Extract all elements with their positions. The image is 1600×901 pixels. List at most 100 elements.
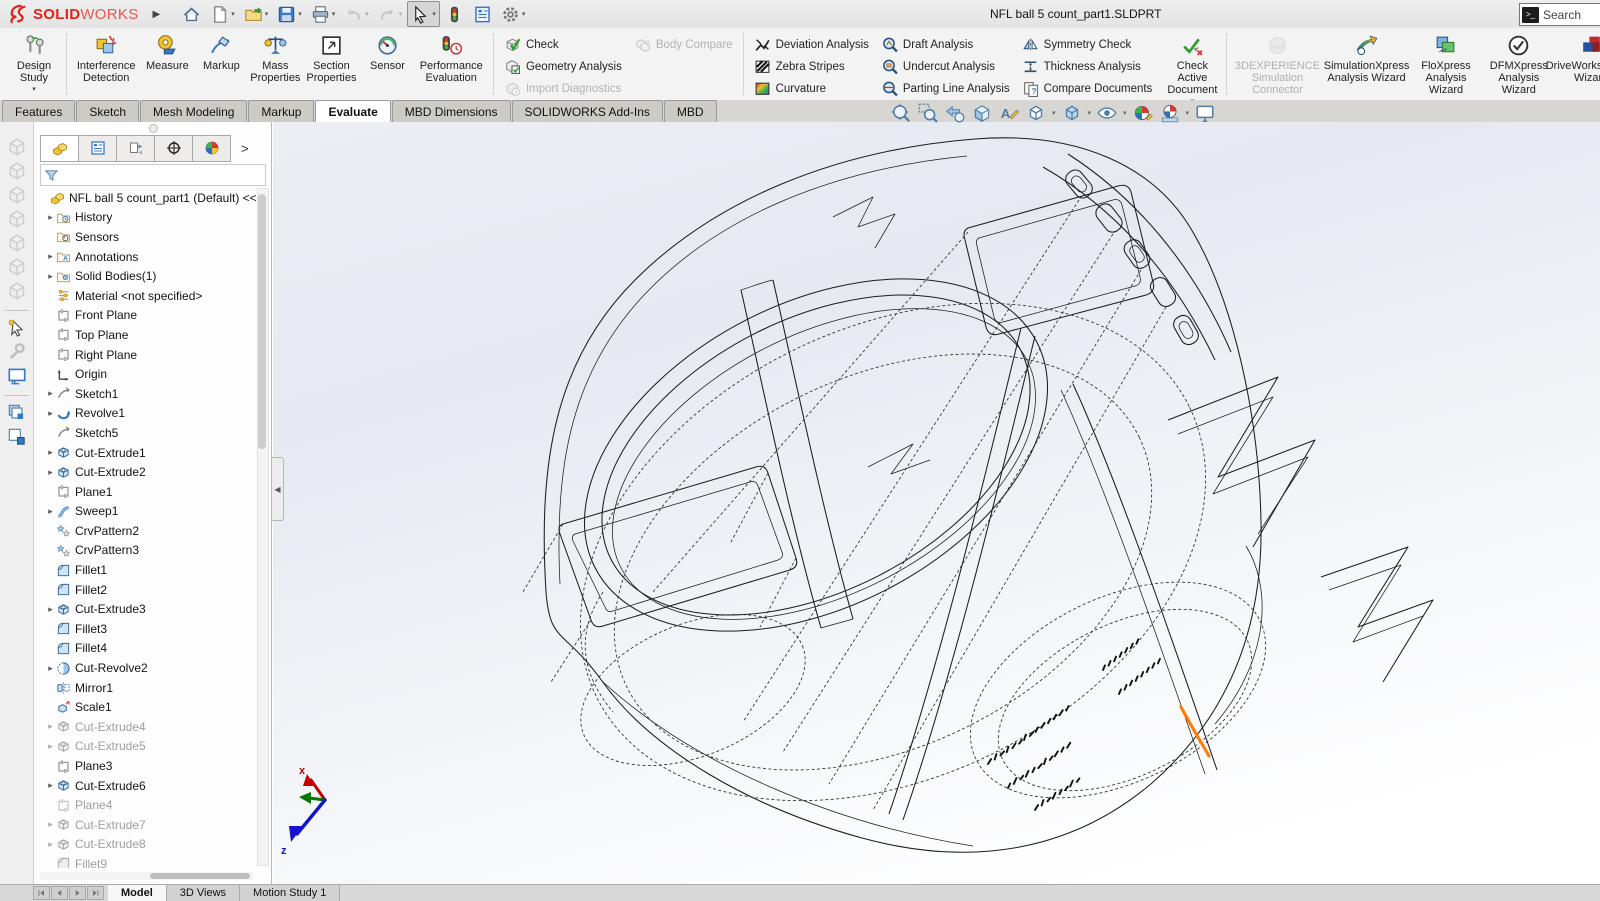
redo-button[interactable]: ▾ — [374, 1, 407, 27]
dropdown-caret[interactable]: ▾ — [522, 10, 526, 18]
tree-item-mirror1[interactable]: Mirror1 — [35, 678, 256, 698]
tree-item-right-plane[interactable]: Right Plane — [35, 345, 256, 365]
tree-item-sketch5[interactable]: Sketch5 — [35, 423, 256, 443]
tree-item-plane4[interactable]: Plane4 — [35, 795, 256, 815]
tab-mbd-dimensions[interactable]: MBD Dimensions — [392, 100, 511, 122]
edit-appearance-button[interactable] — [1132, 102, 1154, 124]
view-orientation-button[interactable] — [1025, 102, 1047, 124]
tab-markup[interactable]: Markup — [248, 100, 314, 122]
tree-item-cut-extrude5[interactable]: ▸Cut-Extrude5 — [35, 737, 256, 757]
zoom-to-fit-button[interactable] — [890, 102, 912, 124]
expand-arrow[interactable]: ▸ — [45, 721, 56, 732]
tree-item-cut-extrude4[interactable]: ▸Cut-Extrude4 — [35, 717, 256, 737]
ribbon-button-driveworksxpress-wizard[interactable]: DriveWorksXpress Wizard — [1556, 30, 1600, 84]
tree-item-fillet4[interactable]: Fillet4 — [35, 639, 256, 659]
panel-splitter-grip[interactable] — [35, 122, 271, 134]
tree-item-cut-extrude2[interactable]: ▸Cut-Extrude2 — [35, 462, 256, 482]
bottom-tab-model[interactable]: Model — [108, 885, 167, 901]
tree-item-plane1[interactable]: Plane1 — [35, 482, 256, 502]
undo-button[interactable]: ▾ — [340, 1, 373, 27]
expand-arrow[interactable]: ▸ — [45, 447, 56, 458]
expand-arrow[interactable]: ▸ — [45, 741, 56, 752]
report-button[interactable] — [469, 1, 496, 27]
ribbon-button-performance-evaluation[interactable]: Performance Evaluation — [414, 30, 487, 84]
tree-item-origin[interactable]: Origin — [35, 364, 256, 384]
expand-arrow[interactable]: ▸ — [45, 780, 56, 791]
options-button[interactable]: ▾ — [497, 1, 530, 27]
panel-tab-dimxpertmanager[interactable] — [154, 135, 192, 162]
tree-item-fillet2[interactable]: Fillet2 — [35, 580, 256, 600]
ribbon-button-zebra-stripes[interactable]: Zebra Stripes — [749, 56, 874, 77]
nav-last-button[interactable] — [87, 886, 104, 900]
tree-root-item[interactable]: NFL ball 5 count_part1 (Default) <<De — [35, 188, 256, 208]
tab-sketch[interactable]: Sketch — [76, 100, 139, 122]
tree-filter-field[interactable] — [40, 164, 266, 186]
tree-item-cut-extrude3[interactable]: ▸Cut-Extrude3 — [35, 599, 256, 619]
dropdown-caret[interactable]: ▾ — [231, 10, 235, 18]
ribbon-button-mass-properties[interactable]: Mass Properties — [248, 30, 302, 84]
layers-front-button[interactable] — [6, 402, 28, 424]
scrollbar-thumb[interactable] — [150, 873, 250, 879]
tree-item-front-plane[interactable]: Front Plane — [35, 306, 256, 326]
ribbon-button-symmetry-check[interactable]: Symmetry Check — [1017, 34, 1158, 55]
tree-item-top-plane[interactable]: Top Plane — [35, 325, 256, 345]
dropdown-caret[interactable]: ▾ — [265, 10, 269, 18]
tree-item-cut-extrude8[interactable]: ▸Cut-Extrude8 — [35, 835, 256, 855]
apply-scene-button[interactable] — [1159, 102, 1181, 124]
hide-show-items-button[interactable] — [1096, 102, 1118, 124]
scrollbar-thumb[interactable] — [258, 194, 266, 449]
dropdown-caret[interactable]: ▾ — [298, 10, 302, 18]
dropdown-caret[interactable]: ▾ — [432, 10, 436, 18]
expand-arrow[interactable]: ▸ — [45, 212, 56, 223]
nav-first-button[interactable] — [33, 886, 50, 900]
dynamic-annotation-views-button[interactable]: A — [998, 102, 1020, 124]
ribbon-button-sensor[interactable]: Sensor — [360, 30, 414, 72]
tree-item-crvpattern2[interactable]: CrvPattern2 — [35, 521, 256, 541]
select-add-button[interactable] — [6, 317, 28, 339]
tree-item-revolve1[interactable]: ▸Revolve1 — [35, 404, 256, 424]
tree-item-fillet1[interactable]: Fillet1 — [35, 560, 256, 580]
expand-arrow[interactable]: ▸ — [45, 604, 56, 615]
dropdown-caret[interactable]: ▾ — [365, 10, 369, 18]
tree-item-cut-revolve2[interactable]: ▸Cut-Revolve2 — [35, 658, 256, 678]
ribbon-button-thickness-analysis[interactable]: Thickness Analysis — [1017, 56, 1158, 77]
expand-arrow[interactable]: ▸ — [45, 388, 56, 399]
ribbon-button-markup[interactable]: Markup — [194, 30, 248, 72]
tree-item-solid-bodies-1[interactable]: ▸Solid Bodies(1) — [35, 266, 256, 286]
panel-tab-configurationmanager[interactable] — [116, 135, 154, 162]
print-button[interactable]: ▾ — [307, 1, 340, 27]
tree-item-sketch1[interactable]: ▸Sketch1 — [35, 384, 256, 404]
home-button[interactable] — [178, 1, 205, 27]
tree-item-plane3[interactable]: Plane3 — [35, 756, 256, 776]
zoom-to-area-button[interactable] — [917, 102, 939, 124]
tree-item-cut-extrude6[interactable]: ▸Cut-Extrude6 — [35, 776, 256, 796]
ribbon-button-curvature[interactable]: Curvature — [749, 78, 874, 99]
expand-arrow[interactable]: ▸ — [45, 506, 56, 517]
ribbon-button-draft-analysis[interactable]: Draft Analysis — [876, 34, 1015, 55]
dropdown-caret[interactable]: ▾ — [332, 10, 336, 18]
expand-arrow[interactable]: ▸ — [45, 271, 56, 282]
dropdown-caret[interactable]: ▾ — [1052, 109, 1056, 117]
previous-view-button[interactable] — [944, 102, 966, 124]
menu-flyout-arrow[interactable]: ▶ — [153, 9, 161, 20]
tab-features[interactable]: Features — [2, 100, 75, 122]
panel-tab-displaymanager[interactable] — [192, 135, 231, 162]
expand-arrow[interactable]: ▸ — [45, 251, 56, 262]
nav-next-button[interactable] — [69, 886, 86, 900]
ribbon-button-interference-detection[interactable]: Interference Detection — [72, 30, 140, 84]
tree-item-scale1[interactable]: Scale1 — [35, 697, 256, 717]
search-box[interactable]: >_ Search — [1519, 3, 1600, 26]
expand-arrow[interactable]: ▸ — [45, 839, 56, 850]
tree-item-sensors[interactable]: Sensors — [35, 227, 256, 247]
tab-mesh-modeling[interactable]: Mesh Modeling — [140, 100, 247, 122]
graphics-viewport[interactable]: x z — [273, 122, 1600, 884]
ribbon-button-measure[interactable]: Measure — [140, 30, 194, 72]
select-button[interactable]: ▾ — [407, 1, 440, 27]
ribbon-button-floxpress-analysis-wizard[interactable]: FloXpress Analysis Wizard — [1411, 30, 1482, 96]
bottom-tab-motion-study-1[interactable]: Motion Study 1 — [240, 885, 340, 901]
expand-arrow[interactable]: ▸ — [45, 467, 56, 478]
panel-tab-propertymanager[interactable] — [78, 135, 116, 162]
ribbon-button-design-study[interactable]: Design Study▾ — [7, 30, 61, 93]
tab-mbd[interactable]: MBD — [664, 100, 717, 122]
tree-item-fillet9[interactable]: Fillet9 — [35, 854, 256, 868]
